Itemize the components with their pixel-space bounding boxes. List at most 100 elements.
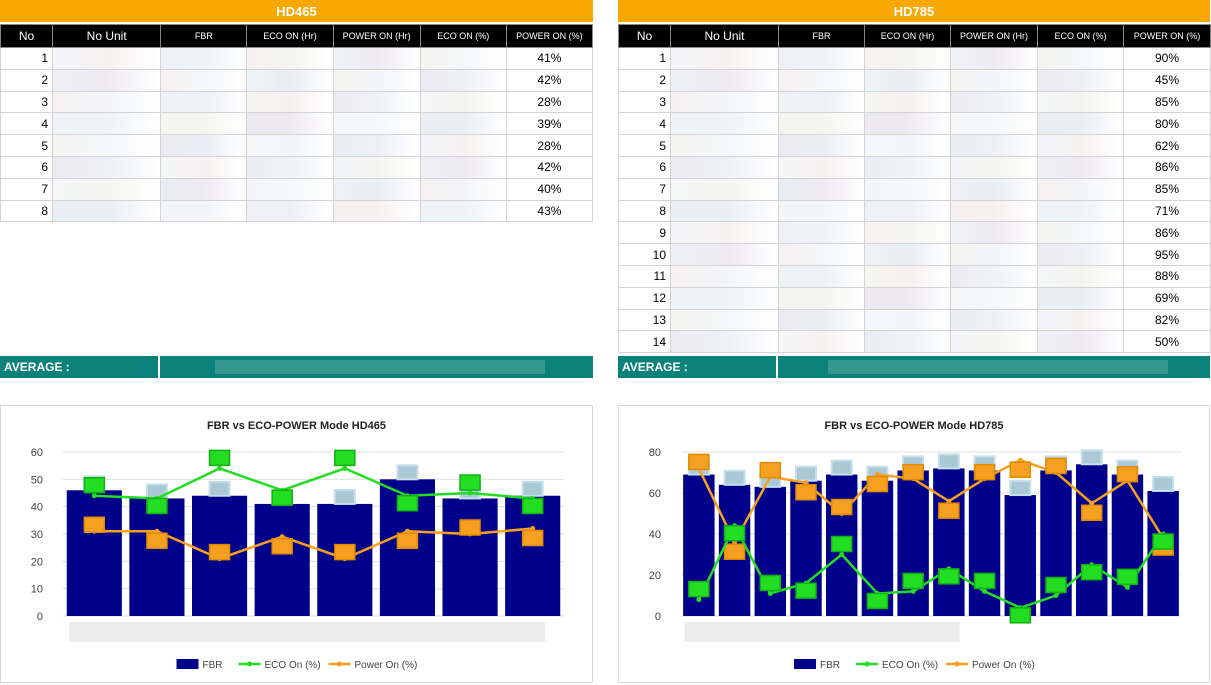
pixelated-block — [865, 331, 950, 353]
redacted-cell — [246, 90, 334, 114]
col-header-eco-hr[interactable]: ECO ON (Hr) — [864, 24, 951, 48]
power-data-label — [902, 463, 924, 481]
col-header-power-pct[interactable]: POWER ON (%) — [1123, 24, 1211, 48]
legend-eco-label: ECO On (%) — [265, 660, 321, 671]
redacted-cell — [1037, 308, 1124, 332]
pixelated-block — [247, 200, 333, 222]
table-row[interactable]: 7 85% — [618, 177, 1211, 201]
row-number: 7 — [0, 177, 54, 201]
redacted-cell — [332, 112, 421, 136]
table-row[interactable]: 7 40% — [0, 177, 594, 201]
redacted-cell — [864, 330, 951, 354]
redacted-cell — [419, 177, 507, 201]
table-row[interactable]: 3 85% — [618, 90, 1211, 114]
table-row[interactable]: 5 62% — [618, 134, 1211, 157]
redacted-cell — [246, 134, 334, 157]
redacted-cell — [950, 308, 1038, 332]
pixelated-block — [779, 178, 864, 200]
redacted-cell — [1037, 221, 1124, 245]
col-header-power-pct[interactable]: POWER ON (%) — [505, 24, 594, 48]
power-data-label — [396, 532, 419, 550]
legend-power-label: Power On (%) — [972, 660, 1035, 671]
table-row[interactable]: 4 39% — [0, 112, 594, 136]
redacted-cell — [160, 199, 248, 223]
col-header-fbr[interactable]: FBR — [778, 24, 865, 48]
table-row[interactable]: 12 69% — [618, 286, 1211, 310]
table-row[interactable]: 3 28% — [0, 90, 594, 114]
redacted-cell — [670, 155, 779, 179]
legend-fbr-label: FBR — [203, 660, 223, 671]
table-row[interactable]: 10 95% — [618, 243, 1211, 266]
redacted-cell — [246, 155, 334, 179]
redacted-cell — [864, 177, 951, 201]
hd465-chart-svg: FBR vs ECO-POWER Mode HD465 0 10 20 30 40 50 60… — [31, 420, 564, 671]
table-row[interactable]: 2 42% — [0, 68, 594, 92]
table-row[interactable]: 14 50% — [618, 330, 1211, 354]
redacted-cell — [332, 68, 421, 92]
table-row[interactable]: 6 42% — [0, 155, 594, 179]
col-header-no-unit[interactable]: No Unit — [670, 24, 779, 48]
redacted-cell — [950, 47, 1038, 70]
pixelated-block — [779, 91, 864, 113]
table-row[interactable]: 6 86% — [618, 155, 1211, 179]
pixelated-block — [951, 331, 1037, 353]
legend-eco-label: ECO On (%) — [882, 660, 938, 671]
redacted-cell — [1037, 286, 1124, 310]
y-tick-label: 60 — [31, 447, 43, 459]
eco-point — [839, 552, 845, 557]
col-header-no-unit[interactable]: No Unit — [52, 24, 162, 48]
power-data-label — [1009, 461, 1032, 478]
pixelated-block — [53, 178, 161, 200]
redacted-cell — [670, 330, 779, 354]
fbr-bar — [1076, 464, 1108, 616]
col-header-eco-pct[interactable]: ECO ON (%) — [419, 24, 507, 48]
col-header-power-hr[interactable]: POWER ON (Hr) — [950, 24, 1038, 48]
redacted-cell — [778, 199, 865, 223]
chart-title: FBR vs ECO-POWER Mode HD465 — [207, 420, 386, 432]
pixelated-block — [671, 156, 778, 178]
redacted-block — [215, 360, 545, 374]
table-row[interactable]: 9 86% — [618, 221, 1211, 245]
col-header-eco-hr[interactable]: ECO ON (Hr) — [246, 24, 334, 48]
power-on-pct-cell: 71% — [1123, 199, 1211, 223]
redacted-cell — [52, 134, 162, 157]
table-row[interactable]: 8 71% — [618, 199, 1211, 223]
table-row[interactable]: 5 28% — [0, 134, 594, 157]
table-row[interactable]: 1 90% — [618, 47, 1211, 70]
pixelated-block — [951, 200, 1037, 222]
redacted-cell — [864, 47, 951, 70]
pixelated-block — [671, 178, 778, 200]
redacted-cell — [778, 90, 865, 114]
hd465-panel: HD465 No No Unit FBR ECO ON (Hr) POWER O… — [0, 0, 594, 683]
redacted-cell — [670, 47, 779, 70]
redacted-cell — [950, 199, 1038, 223]
power-on-pct-cell: 42% — [505, 155, 594, 179]
power-on-pct-cell: 86% — [1123, 221, 1211, 245]
power-on-pct-cell: 39% — [505, 112, 594, 136]
row-number: 4 — [0, 112, 54, 136]
redacted-cell — [670, 112, 779, 136]
table-row[interactable]: 13 82% — [618, 308, 1211, 332]
pixelated-block — [779, 287, 864, 309]
redacted-cell — [1037, 47, 1124, 70]
table-row[interactable]: 1 41% — [0, 47, 594, 70]
eco-data-label — [146, 497, 168, 515]
power-on-pct-cell: 85% — [1123, 90, 1211, 114]
col-header-power-hr[interactable]: POWER ON (Hr) — [332, 24, 421, 48]
col-header-fbr[interactable]: FBR — [160, 24, 248, 48]
table-row[interactable]: 11 88% — [618, 264, 1211, 288]
col-header-eco-pct[interactable]: ECO ON (%) — [1037, 24, 1124, 48]
table-row[interactable]: 4 80% — [618, 112, 1211, 136]
redacted-cell — [419, 199, 507, 223]
row-number: 6 — [618, 155, 671, 179]
table-row[interactable]: 2 45% — [618, 68, 1211, 92]
col-header-no[interactable]: No — [618, 24, 671, 48]
power-on-pct-cell: 50% — [1123, 330, 1211, 354]
power-data-label — [1045, 457, 1067, 475]
pixelated-block — [671, 48, 778, 69]
fbr-data-label — [1080, 449, 1103, 466]
redacted-cell — [670, 177, 779, 201]
fbr-bar — [754, 486, 786, 616]
table-row[interactable]: 8 43% — [0, 199, 594, 223]
col-header-no[interactable]: No — [0, 24, 54, 48]
